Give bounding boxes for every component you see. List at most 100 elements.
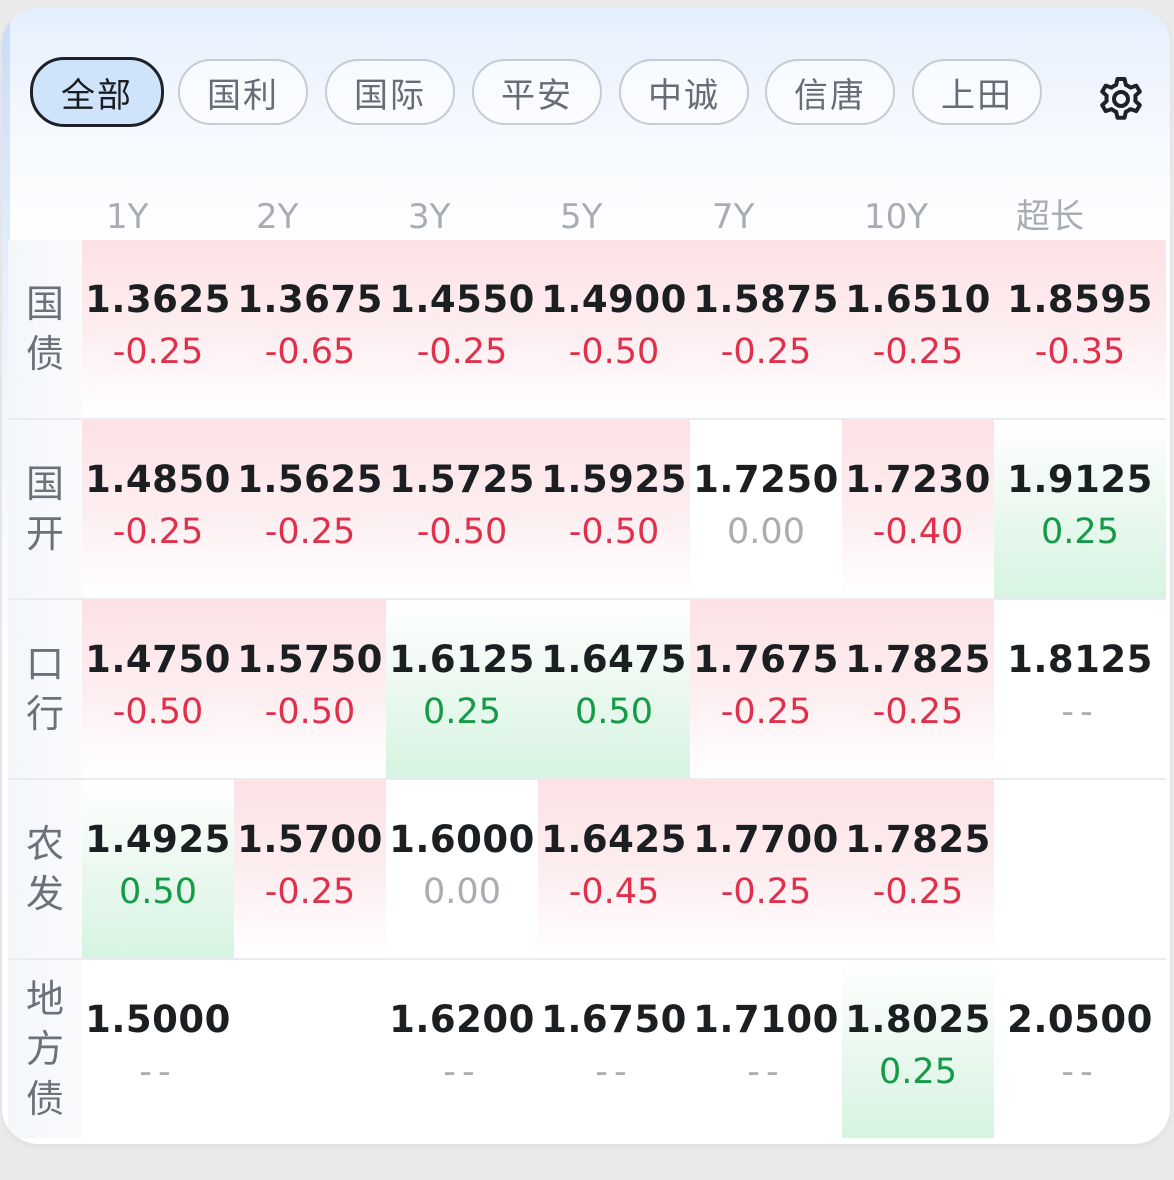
yield-rate: 1.7700 xyxy=(693,818,839,861)
row-label: 口行 xyxy=(8,600,82,778)
row-label-char: 债 xyxy=(25,1077,64,1121)
tab-all[interactable]: 全部 xyxy=(30,57,164,127)
yield-change: -- xyxy=(443,1052,481,1092)
yield-cell[interactable]: 1.6510 -0.25 xyxy=(842,240,994,418)
yield-cell[interactable]: 1.5000 -- xyxy=(82,960,234,1138)
yield-cell[interactable]: 1.7100 -- xyxy=(690,960,842,1138)
yield-cell[interactable]: 1.9125 0.25 xyxy=(994,420,1166,598)
yield-rate: 1.6475 xyxy=(541,638,687,681)
yield-cell[interactable]: 1.4850 -0.25 xyxy=(82,420,234,598)
tab-pingan[interactable]: 平安 xyxy=(472,59,602,125)
yield-cell[interactable]: 1.8595 -0.35 xyxy=(994,240,1166,418)
yield-cell[interactable]: 1.6000 0.00 xyxy=(386,780,538,958)
yield-cell[interactable]: 1.8125 -- xyxy=(994,600,1166,778)
yield-cell[interactable]: 2.0500 -- xyxy=(994,960,1166,1138)
yield-rate: 1.8125 xyxy=(1007,638,1153,681)
yield-rate: 1.6000 xyxy=(389,818,535,861)
yield-cell xyxy=(234,960,386,1138)
yield-change: -- xyxy=(595,1052,633,1092)
yield-change: -0.25 xyxy=(720,332,812,372)
row-label: 农发 xyxy=(8,780,82,958)
yield-change: -- xyxy=(139,1052,177,1092)
yield-cell[interactable]: 1.7675 -0.25 xyxy=(690,600,842,778)
yield-cell[interactable]: 1.5875 -0.25 xyxy=(690,240,842,418)
yield-change: -0.25 xyxy=(112,512,204,552)
broker-tab-bar: 全部 国利 国际 平安 中诚 信唐 上田 xyxy=(30,57,1070,129)
yield-change: -0.65 xyxy=(264,332,356,372)
tab-xintang[interactable]: 信唐 xyxy=(765,59,895,125)
yield-cell[interactable]: 1.6475 0.50 xyxy=(538,600,690,778)
yield-cell[interactable]: 1.6200 -- xyxy=(386,960,538,1138)
yield-rate: 1.3675 xyxy=(237,278,383,321)
yield-cell[interactable]: 1.6425 -0.45 xyxy=(538,780,690,958)
yield-cell[interactable]: 1.4925 0.50 xyxy=(82,780,234,958)
yield-rate: 1.5000 xyxy=(85,998,231,1041)
yield-cell[interactable]: 1.6125 0.25 xyxy=(386,600,538,778)
yield-change: 0.50 xyxy=(575,692,653,732)
yield-row: 口行 1.4750 -0.50 1.5750 -0.50 1.6125 0.25 1.6475… xyxy=(8,600,1166,778)
yield-change: -0.50 xyxy=(264,692,356,732)
yield-cell[interactable]: 1.7825 -0.25 xyxy=(842,780,994,958)
yield-cell[interactable]: 1.7825 -0.25 xyxy=(842,600,994,778)
tab-zhongcheng[interactable]: 中诚 xyxy=(619,59,749,125)
yield-rate: 1.3625 xyxy=(85,278,231,321)
yield-cell[interactable]: 1.5750 -0.50 xyxy=(234,600,386,778)
yield-change: -0.25 xyxy=(720,872,812,912)
row-label-char: 地 xyxy=(25,977,64,1021)
tab-shangtian[interactable]: 上田 xyxy=(912,59,1042,125)
row-label-char: 行 xyxy=(25,692,64,736)
yield-cell[interactable]: 1.7250 0.00 xyxy=(690,420,842,598)
yield-cell[interactable]: 1.6750 -- xyxy=(538,960,690,1138)
yield-rate: 1.7825 xyxy=(845,638,991,681)
yield-cell[interactable]: 1.5725 -0.50 xyxy=(386,420,538,598)
tenor-header: 1Y xyxy=(106,197,149,237)
yield-change: -- xyxy=(1061,692,1099,732)
yield-change: 0.00 xyxy=(727,512,805,552)
yield-change: 0.00 xyxy=(423,872,501,912)
tab-guoli[interactable]: 国利 xyxy=(178,59,308,125)
yield-change: -0.50 xyxy=(568,512,660,552)
yield-cell[interactable]: 1.4750 -0.50 xyxy=(82,600,234,778)
yield-rate: 1.4900 xyxy=(541,278,687,321)
yield-rate: 1.5875 xyxy=(693,278,839,321)
yield-rate: 2.0500 xyxy=(1007,998,1153,1041)
yield-rate: 1.4925 xyxy=(85,818,231,861)
yield-cell xyxy=(994,780,1166,958)
yield-rate: 1.5700 xyxy=(237,818,383,861)
yield-rate: 1.6125 xyxy=(389,638,535,681)
yield-rate: 1.7230 xyxy=(845,458,991,501)
yield-cell[interactable]: 1.4550 -0.25 xyxy=(386,240,538,418)
yield-cell[interactable]: 1.5925 -0.50 xyxy=(538,420,690,598)
yield-rate: 1.7250 xyxy=(693,458,839,501)
tenor-header: 3Y xyxy=(408,197,451,237)
yield-cell[interactable]: 1.5700 -0.25 xyxy=(234,780,386,958)
gear-icon[interactable] xyxy=(1095,73,1147,125)
yield-row: 地方债 1.5000 -- 1.6200 -- 1.6750 -- 1.7100 -- 1.802… xyxy=(8,960,1166,1138)
yield-change: 0.50 xyxy=(119,872,197,912)
yield-rate: 1.8025 xyxy=(845,998,991,1041)
yield-cell[interactable]: 1.4900 -0.50 xyxy=(538,240,690,418)
yield-change: -0.25 xyxy=(872,332,964,372)
yield-cell[interactable]: 1.7700 -0.25 xyxy=(690,780,842,958)
yield-rate: 1.6750 xyxy=(541,998,687,1041)
yield-rate: 1.8595 xyxy=(1007,278,1153,321)
yield-rate: 1.7675 xyxy=(693,638,839,681)
yield-change: -0.25 xyxy=(872,872,964,912)
yield-cell[interactable]: 1.3625 -0.25 xyxy=(82,240,234,418)
yield-change: 0.25 xyxy=(879,1052,957,1092)
tab-guoji[interactable]: 国际 xyxy=(325,59,455,125)
yield-change: 0.25 xyxy=(1041,512,1119,552)
yield-cell[interactable]: 1.8025 0.25 xyxy=(842,960,994,1138)
yield-cell[interactable]: 1.7230 -0.40 xyxy=(842,420,994,598)
yield-cell[interactable]: 1.5625 -0.25 xyxy=(234,420,386,598)
yield-rate: 1.4750 xyxy=(85,638,231,681)
yield-rate: 1.7100 xyxy=(693,998,839,1041)
tenor-header: 10Y xyxy=(864,197,929,237)
row-label-char: 开 xyxy=(25,512,64,556)
row-label-char: 农 xyxy=(25,822,64,866)
yield-board-card: 全部 国利 国际 平安 中诚 信唐 上田 1Y 2Y 3Y 5Y 7Y 10Y … xyxy=(2,8,1170,1144)
yield-row: 农发 1.4925 0.50 1.5700 -0.25 1.6000 0.00 1.6425-… xyxy=(8,780,1166,958)
yield-change: -0.40 xyxy=(872,512,964,552)
yield-change: -0.25 xyxy=(872,692,964,732)
yield-cell[interactable]: 1.3675 -0.65 xyxy=(234,240,386,418)
